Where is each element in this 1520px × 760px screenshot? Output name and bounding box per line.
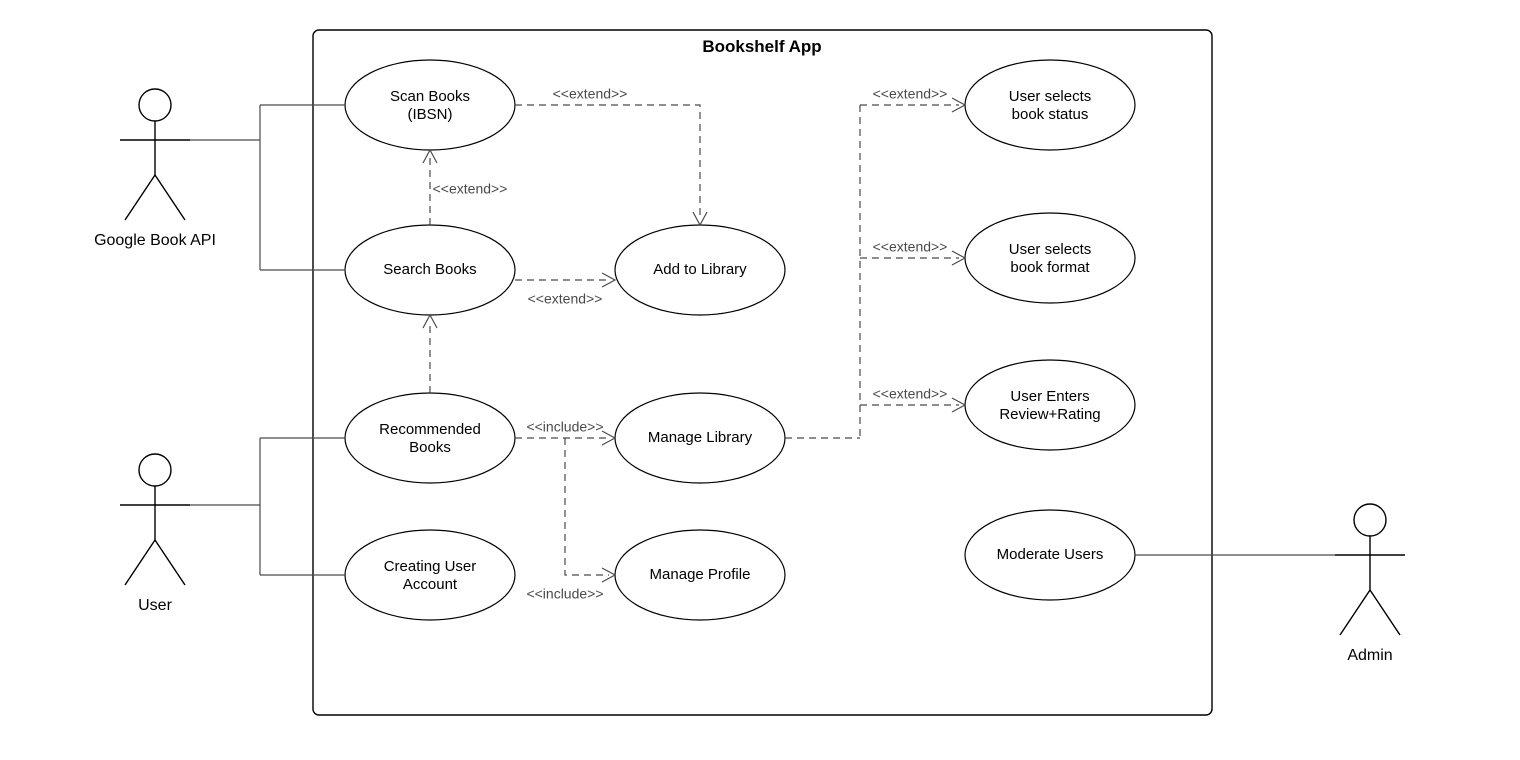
actor-admin: Admin bbox=[1335, 504, 1405, 664]
rel-rec-to-search bbox=[423, 315, 437, 393]
uc-rec-line2: Books bbox=[409, 439, 451, 456]
actor-label-api: Google Book API bbox=[94, 232, 216, 249]
system-title: Bookshelf App bbox=[702, 37, 821, 56]
rel-search-to-scan: <<extend>> bbox=[423, 150, 507, 225]
rel-mlib-to-status: <<extend>> bbox=[860, 86, 965, 112]
rel-mlib-to-format: <<extend>> bbox=[860, 239, 965, 265]
usecase-recommended-books: Recommended Books bbox=[345, 393, 515, 483]
rel-mlib-to-review: <<extend>> bbox=[860, 386, 965, 412]
uc-moderate-line1: Moderate Users bbox=[997, 546, 1104, 563]
rel-rec-to-mprof: <<include>> bbox=[526, 438, 615, 602]
actor-google-book-api: Google Book API bbox=[94, 89, 216, 249]
usecase-manage-profile: Manage Profile bbox=[615, 530, 785, 620]
uc-mlib-line1: Manage Library bbox=[648, 429, 753, 446]
rel-label-extend-6: <<extend>> bbox=[873, 386, 948, 402]
rel-label-include-1: <<include>> bbox=[526, 419, 603, 435]
rel-label-include-2: <<include>> bbox=[526, 586, 603, 602]
actor-label-user: User bbox=[138, 597, 172, 614]
uc-scan-line2: (IBSN) bbox=[408, 106, 453, 123]
uc-create-line2: Account bbox=[403, 576, 458, 593]
rel-search-to-addlib: <<extend>> bbox=[515, 273, 615, 307]
usecase-review-rating: User Enters Review+Rating bbox=[965, 360, 1135, 450]
usecase-manage-library: Manage Library bbox=[615, 393, 785, 483]
uc-status-line1: User selects bbox=[1009, 88, 1092, 105]
rel-scan-to-addlib: <<extend>> bbox=[515, 86, 707, 225]
uc-create-line1: Creating User bbox=[384, 558, 477, 575]
rel-label-extend-3: <<extend>> bbox=[528, 291, 603, 307]
rel-label-extend-4: <<extend>> bbox=[873, 86, 948, 102]
uc-format-line1: User selects bbox=[1009, 241, 1092, 258]
rel-label-extend-5: <<extend>> bbox=[873, 239, 948, 255]
uc-search-line1: Search Books bbox=[383, 261, 476, 278]
uc-format-line2: book format bbox=[1010, 259, 1090, 276]
usecase-moderate-users: Moderate Users bbox=[965, 510, 1135, 600]
uc-scan-line1: Scan Books bbox=[390, 88, 470, 105]
usecase-create-account: Creating User Account bbox=[345, 530, 515, 620]
assoc-user-fork bbox=[190, 438, 345, 575]
usecase-select-status: User selects book status bbox=[965, 60, 1135, 150]
uc-addlib-line1: Add to Library bbox=[653, 261, 747, 278]
uc-review-line1: User Enters bbox=[1010, 388, 1089, 405]
usecase-select-format: User selects book format bbox=[965, 213, 1135, 303]
uc-status-line2: book status bbox=[1012, 106, 1089, 123]
use-case-diagram: Bookshelf App Google Book API User Admin… bbox=[0, 0, 1520, 760]
rel-label-extend-2: <<extend>> bbox=[553, 86, 628, 102]
uc-mprof-line1: Manage Profile bbox=[650, 566, 751, 583]
uc-review-line2: Review+Rating bbox=[999, 406, 1100, 423]
usecase-add-to-library: Add to Library bbox=[615, 225, 785, 315]
uc-rec-line1: Recommended bbox=[379, 421, 481, 438]
actor-label-admin: Admin bbox=[1347, 647, 1392, 664]
usecase-scan-books: Scan Books (IBSN) bbox=[345, 60, 515, 150]
usecase-search-books: Search Books bbox=[345, 225, 515, 315]
actor-user: User bbox=[120, 454, 190, 614]
rel-label-extend-1: <<extend>> bbox=[433, 181, 508, 197]
